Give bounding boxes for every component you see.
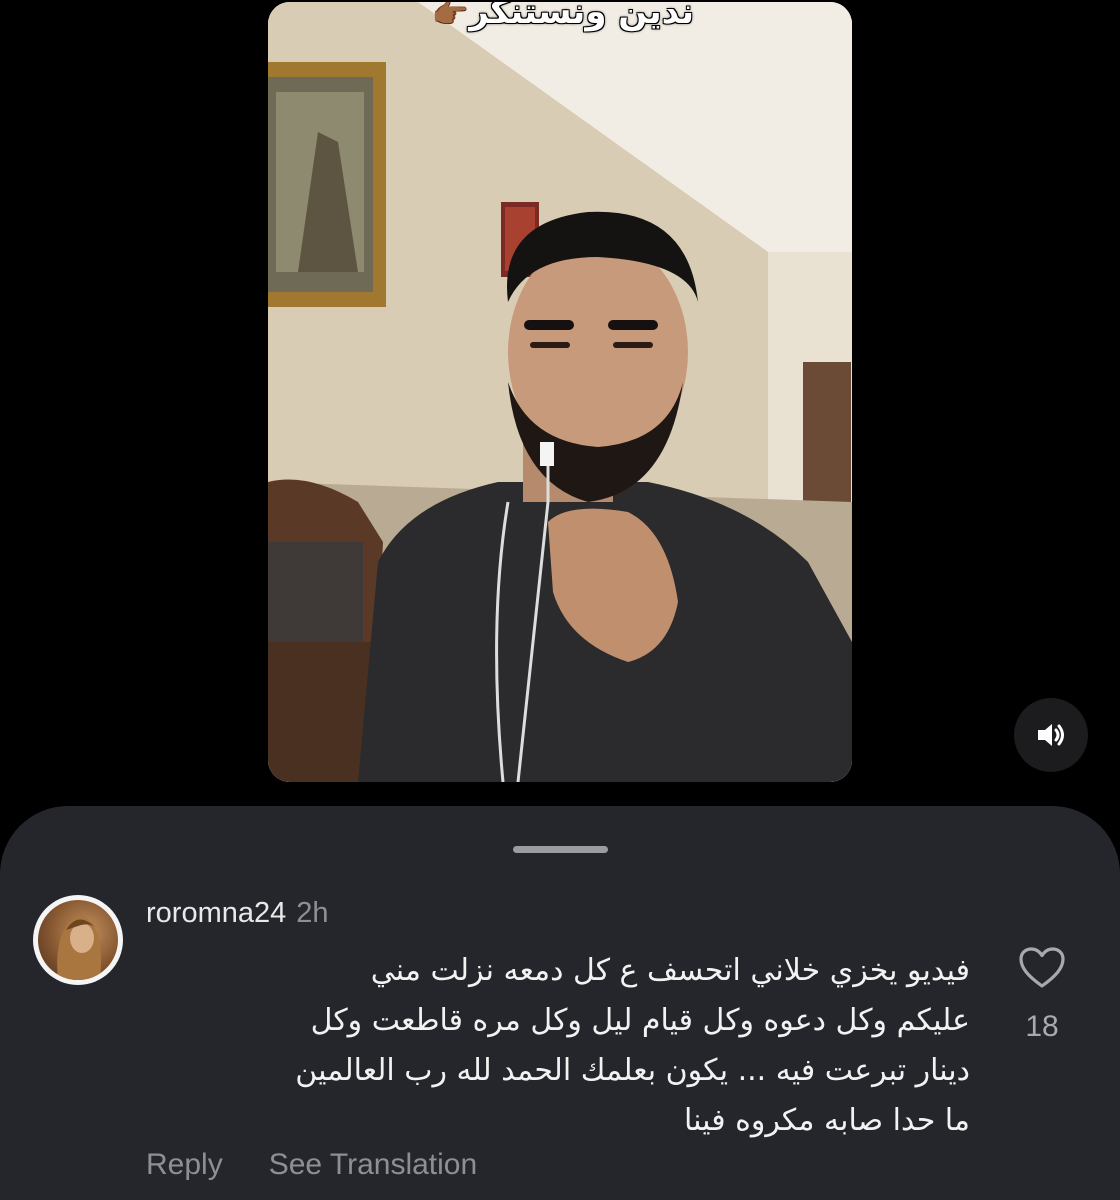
pointing-hand-emoji: 👉🏾	[431, 2, 470, 31]
like-count: 18	[1025, 1010, 1059, 1043]
comments-sheet: roromna24 2h فيديو يخزي خلاني اتحسف ع كل …	[0, 806, 1120, 1200]
avatar-image	[38, 900, 118, 980]
avatar[interactable]	[33, 895, 123, 985]
reply-button[interactable]: Reply	[146, 1148, 223, 1181]
comment-line: فيديو يخزي خلاني اتحسف ع كل دمعه نزلت من…	[370, 953, 970, 988]
sheet-grabber[interactable]	[513, 846, 608, 853]
video-frame	[268, 2, 852, 782]
comment-meta: roromna24 2h	[146, 894, 329, 932]
comment-text: فيديو يخزي خلاني اتحسف ع كل دمعه نزلت من…	[140, 946, 970, 1146]
comment-line: ما حدا صابه مكروه فينا	[683, 1103, 970, 1138]
like-control: 18	[1012, 946, 1072, 1044]
heart-icon[interactable]	[1018, 946, 1066, 990]
comment-line: عليكم وكل دعوه وكل قيام ليل وكل مره قاطع…	[310, 1003, 970, 1038]
speaker-icon	[1038, 724, 1064, 746]
audio-toggle-button[interactable]	[1014, 698, 1088, 772]
timestamp: 2h	[296, 897, 329, 929]
caption-text: ندين ونستنكر	[469, 2, 695, 32]
see-translation-button[interactable]: See Translation	[269, 1148, 477, 1181]
comment-actions: Reply See Translation	[146, 1146, 477, 1184]
username[interactable]: roromna24	[146, 897, 286, 929]
video-caption: ندين ونستنكر👉🏾	[268, 2, 852, 34]
comment-line: دينار تبرعت فيه ... يكون بعلمك الحمد لله…	[295, 1053, 970, 1088]
video-player[interactable]: ندين ونستنكر👉🏾	[268, 2, 852, 782]
screen: ندين ونستنكر👉🏾 roromna24 2h فيديو يخزي خ…	[0, 0, 1120, 1200]
